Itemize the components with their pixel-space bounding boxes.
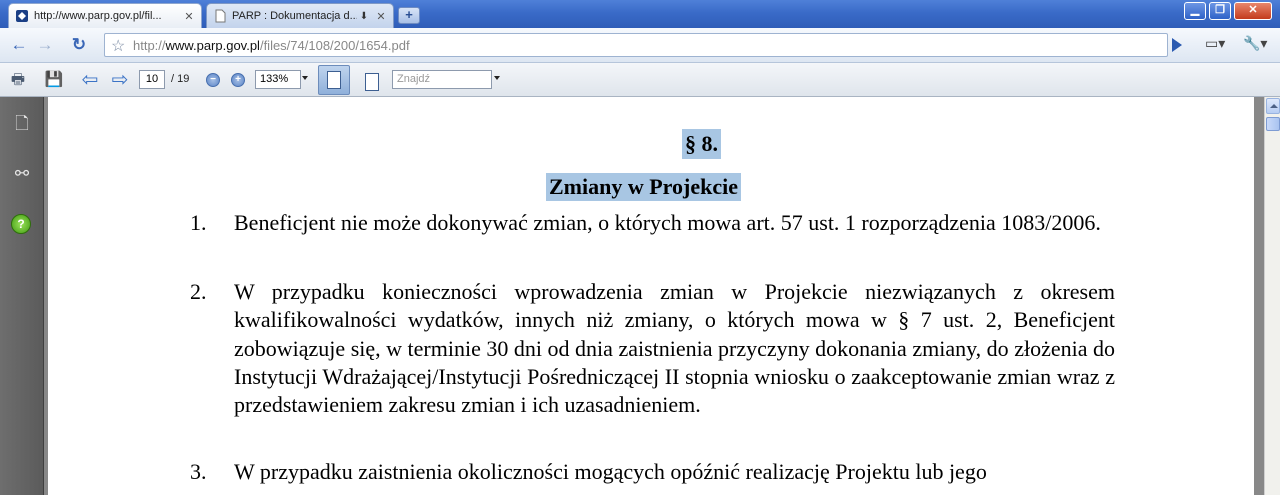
tab-title: http://www.parp.gov.pl/fil... <box>34 10 162 22</box>
download-arrow-icon: ⬇ <box>359 10 369 22</box>
close-window-button[interactable]: ✕ <box>1234 2 1272 20</box>
scroll-up-icon[interactable] <box>1266 98 1280 114</box>
pdf-page: § 8. Zmiany w Projekcie 1. Beneficjent n… <box>48 97 1254 495</box>
back-arrow-icon[interactable]: ← <box>8 34 30 56</box>
previous-page-icon[interactable]: ⇦ <box>78 68 102 92</box>
fit-page-button[interactable] <box>357 68 383 94</box>
print-icon[interactable]: 🖶 <box>6 68 30 92</box>
url-scheme: http:// <box>133 37 166 53</box>
new-tab-button[interactable]: + <box>398 7 420 24</box>
tab-close-icon[interactable]: ✕ <box>375 10 387 23</box>
list-item-text: W przypadku zaistnienia okoliczności mog… <box>234 459 987 484</box>
fit-page-icon <box>365 73 379 91</box>
tab-strip: http://www.parp.gov.pl/fil... ✕ PARP : D… <box>0 0 1280 28</box>
page-number-input[interactable]: 10 <box>139 70 165 89</box>
help-icon[interactable]: ? <box>11 214 31 234</box>
list-item: 1. Beneficjent nie może dokonywać zmian,… <box>190 209 1115 237</box>
section-title: Zmiany w Projekcie <box>546 173 742 201</box>
fit-width-button[interactable] <box>318 65 350 95</box>
tab-title: PARP : Dokumentacja d... <box>232 10 357 22</box>
find-input[interactable]: Znajdź <box>392 70 492 89</box>
fit-width-icon <box>327 71 341 89</box>
url-host: www.parp.gov.pl <box>165 37 260 53</box>
section-number: § 8. <box>682 129 721 159</box>
reload-icon[interactable]: ↻ <box>68 34 90 56</box>
forward-arrow-icon[interactable]: → <box>34 34 56 56</box>
list-item-number: 3. <box>190 459 207 484</box>
next-page-icon[interactable]: ⇨ <box>108 68 132 92</box>
navigation-bar: ← → ↻ ☆ http:// www.parp.gov.pl /files/7… <box>0 28 1280 63</box>
list-item: 2. W przypadku konieczności wprowadzenia… <box>190 278 1115 419</box>
page-total: / 19 <box>171 73 190 85</box>
pages-icon[interactable]: 🗋 <box>11 113 33 135</box>
scroll-thumb[interactable] <box>1266 117 1280 131</box>
list-item: 3. W przypadku zaistnienia okoliczności … <box>190 458 1115 486</box>
page-favicon-icon <box>215 9 226 23</box>
binoculars-icon[interactable]: ⚯ <box>11 163 33 185</box>
minimize-button[interactable]: ▁ <box>1184 2 1206 20</box>
pdf-toolbar: 🖶 💾 ⇦ ⇨ 10 / 19 − + 133% Znajdź <box>0 63 1280 97</box>
list-item-number: 1. <box>190 210 207 235</box>
zoom-dropdown-icon[interactable] <box>302 76 308 80</box>
tab-parp-docs[interactable]: PARP : Dokumentacja d... ⬇ ✕ <box>206 3 394 28</box>
zoom-out-icon[interactable]: − <box>206 73 220 87</box>
wrench-menu-icon[interactable]: 🔧▾ <box>1243 35 1273 55</box>
zoom-select[interactable]: 133% <box>255 70 301 89</box>
tab-close-icon[interactable]: ✕ <box>183 10 195 23</box>
list-item-text: Beneficjent nie może dokonywać zmian, o … <box>234 210 1101 235</box>
page-menu-icon[interactable]: ▭▾ <box>1205 35 1235 55</box>
address-bar[interactable]: ☆ http:// www.parp.gov.pl /files/74/108/… <box>104 33 1168 57</box>
find-dropdown-icon[interactable] <box>494 76 500 80</box>
save-icon[interactable]: 💾 <box>42 68 66 92</box>
list-item-text: W przypadku konieczności wprowadzenia zm… <box>234 279 1115 418</box>
pdf-navigation-panel: 🗋 ⚯ ? <box>0 97 44 495</box>
tab-pdf[interactable]: http://www.parp.gov.pl/fil... ✕ <box>8 3 202 28</box>
vertical-scrollbar[interactable] <box>1264 97 1280 495</box>
maximize-button[interactable]: ❐ <box>1209 2 1231 20</box>
go-arrow-icon[interactable] <box>1172 38 1182 52</box>
bookmark-star-icon[interactable]: ☆ <box>111 36 125 56</box>
zoom-in-icon[interactable]: + <box>231 73 245 87</box>
list-item-number: 2. <box>190 279 207 304</box>
url-path: /files/74/108/200/1654.pdf <box>259 37 410 53</box>
parp-favicon-icon <box>16 10 28 22</box>
